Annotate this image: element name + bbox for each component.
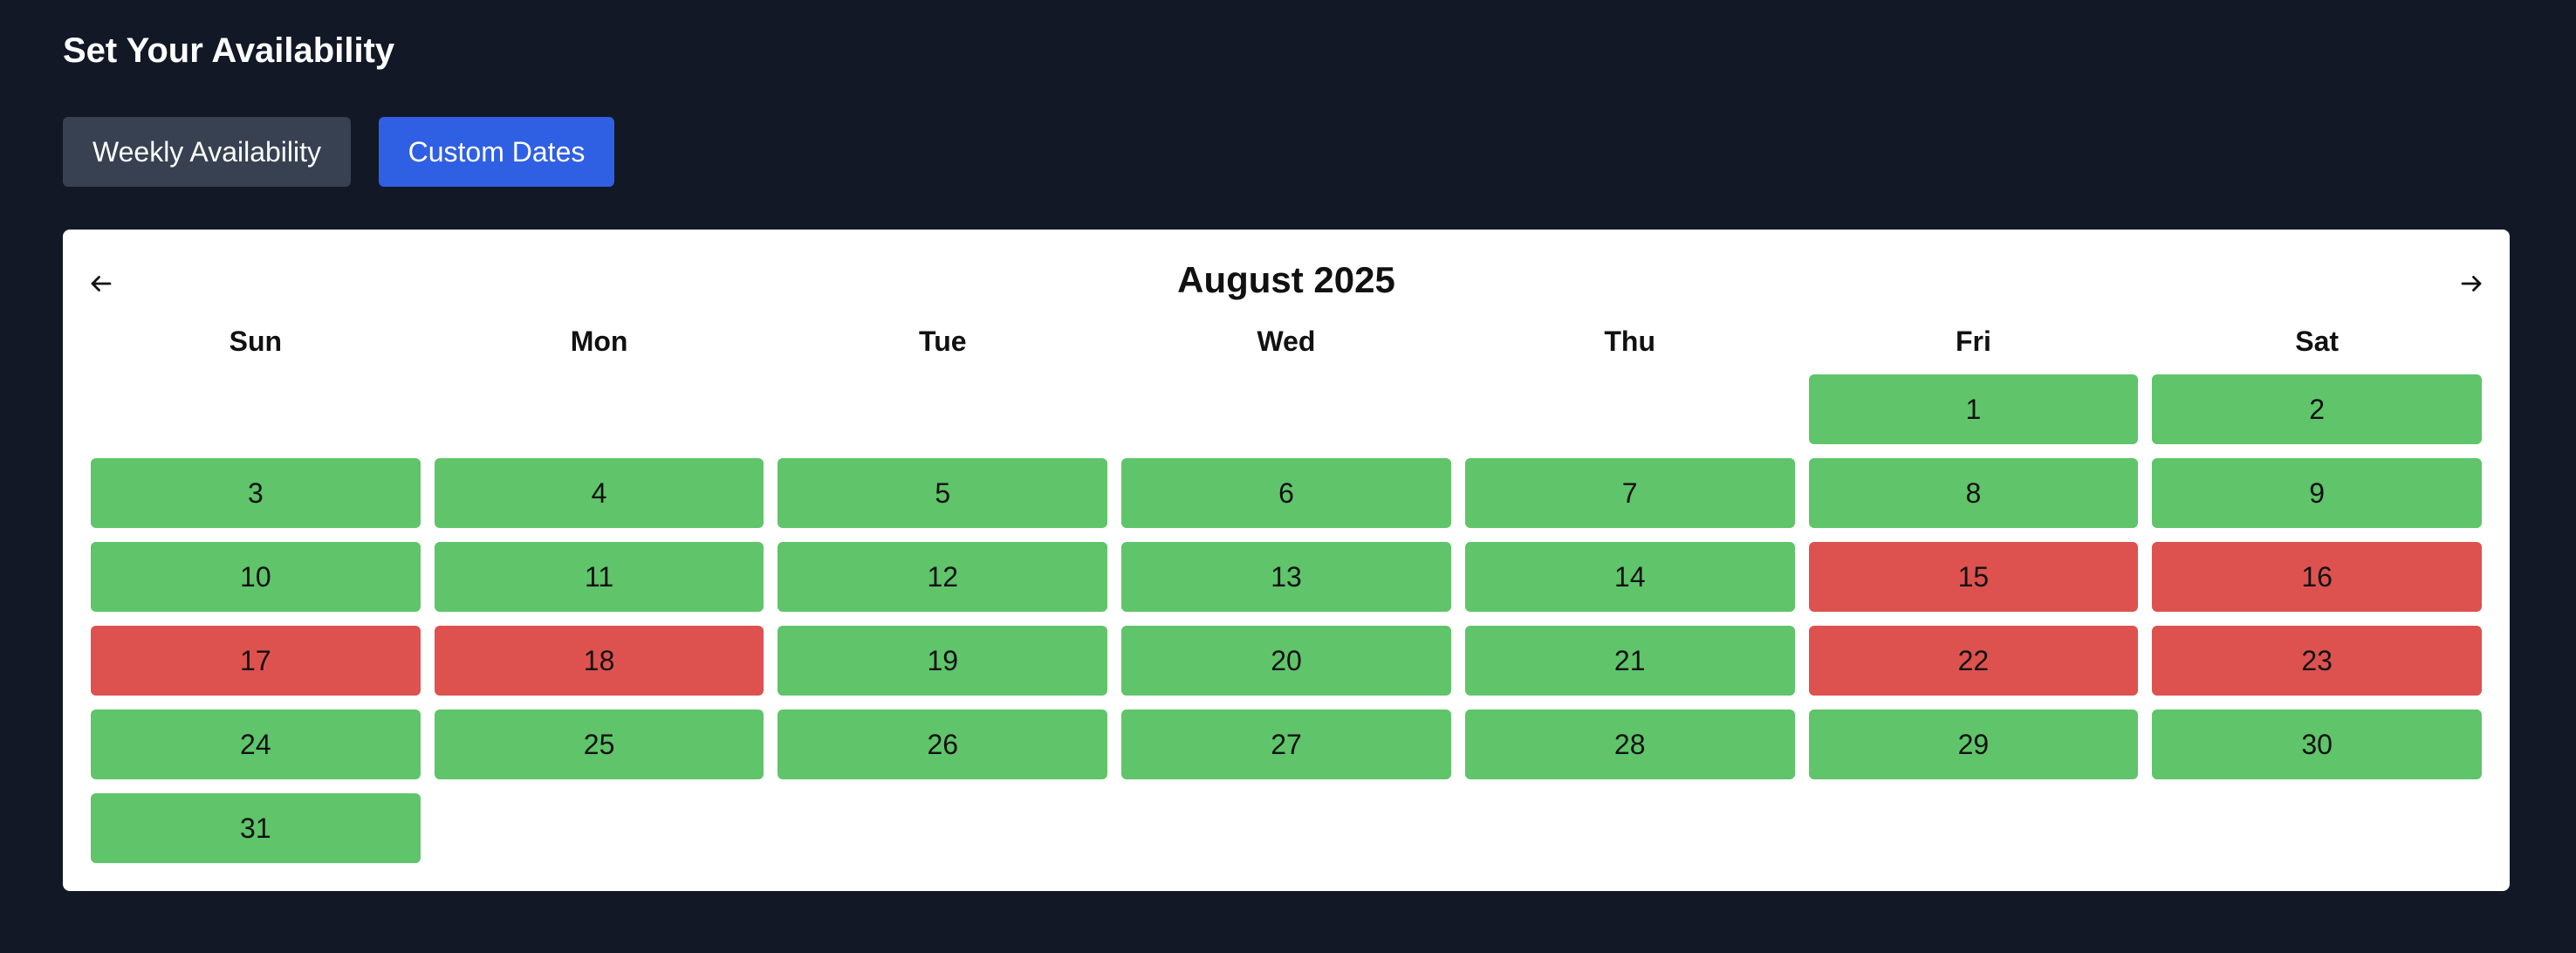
page-title: Set Your Availability (63, 31, 395, 70)
day-cell[interactable]: 30 (2152, 710, 2482, 779)
calendar-card: August 2025 Sun Mon Tue Wed Thu Fri Sat 123456… (63, 230, 2510, 891)
day-cell[interactable]: 29 (1808, 710, 2139, 779)
availability-tabs: Weekly Availability Custom Dates (63, 117, 614, 187)
day-cell[interactable]: 12 (778, 542, 1108, 612)
arrow-right-icon (2461, 276, 2482, 291)
weekday-label-wed: Wed (1257, 326, 1316, 357)
day-cell[interactable]: 17 (91, 626, 421, 696)
weekday-label-sun: Sun (229, 326, 283, 357)
weekday-label-mon: Mon (570, 326, 628, 357)
weekday-label-fri: Fri (1955, 326, 1991, 357)
day-cell[interactable]: 27 (1121, 710, 1451, 779)
day-cell[interactable]: 6 (1121, 458, 1451, 528)
day-cell[interactable]: 2 (2152, 374, 2482, 444)
day-cell[interactable]: 22 (1808, 626, 2139, 696)
day-cell[interactable]: 16 (2152, 542, 2482, 612)
day-cell[interactable]: 1 (1808, 374, 2139, 444)
day-cell[interactable]: 4 (434, 458, 764, 528)
day-cell[interactable]: 7 (1464, 458, 1795, 528)
day-cell[interactable]: 24 (91, 710, 421, 779)
weekday-header-row: Sun Mon Tue Wed Thu Fri Sat (91, 320, 2482, 362)
day-cell[interactable]: 28 (1464, 710, 1795, 779)
month-title: August 2025 (1177, 259, 1395, 300)
day-cell[interactable]: 31 (91, 793, 421, 863)
day-cell[interactable]: 19 (778, 626, 1108, 696)
day-cell[interactable]: 13 (1121, 542, 1451, 612)
day-cell[interactable]: 14 (1464, 542, 1795, 612)
tab-custom-dates[interactable]: Custom Dates (379, 117, 614, 187)
day-cell[interactable]: 18 (434, 626, 764, 696)
day-cell[interactable]: 23 (2152, 626, 2482, 696)
next-month-button[interactable] (2450, 263, 2492, 305)
day-cell[interactable]: 11 (434, 542, 764, 612)
day-cell[interactable]: 8 (1808, 458, 2139, 528)
days-grid: 1 2 3 4 5 6 7 8 9 10 11 12 13 14 15 16 17 18 19 20 21 22 23 24 2… (91, 374, 2482, 863)
day-cell[interactable]: 5 (778, 458, 1108, 528)
day-cell[interactable]: 25 (434, 710, 764, 779)
day-cell[interactable]: 21 (1464, 626, 1795, 696)
day-cell[interactable]: 9 (2152, 458, 2482, 528)
weekday-label-tue: Tue (919, 326, 967, 357)
weekday-label-thu: Thu (1604, 326, 1656, 357)
day-cell[interactable]: 20 (1121, 626, 1451, 696)
tab-weekly-availability[interactable]: Weekly Availability (63, 117, 351, 187)
day-cell[interactable]: 26 (778, 710, 1108, 779)
day-cell[interactable]: 10 (91, 542, 421, 612)
day-cell[interactable]: 15 (1808, 542, 2139, 612)
day-cell[interactable]: 3 (91, 458, 421, 528)
weekday-label-sat: Sat (2295, 326, 2340, 357)
